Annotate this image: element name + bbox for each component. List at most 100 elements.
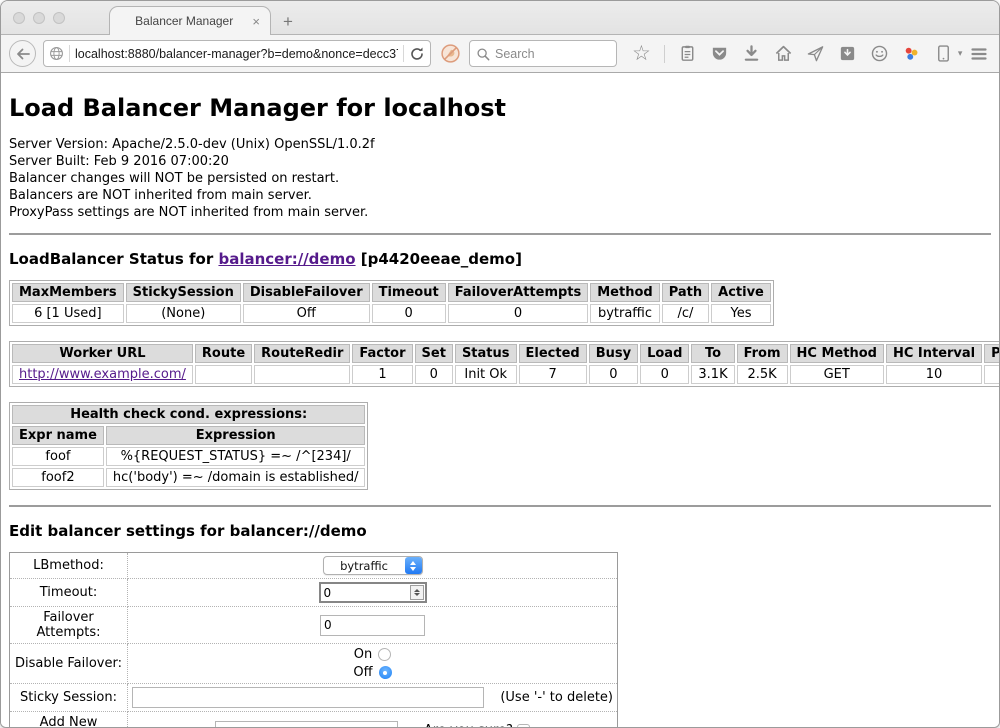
colored-dots-addon-icon[interactable]	[902, 44, 921, 63]
cell-route	[195, 365, 252, 384]
cell-set: 0	[415, 365, 453, 384]
status-heading-suffix: [p4420eeae_demo]	[356, 250, 522, 268]
download-box-icon[interactable]	[838, 44, 857, 63]
downloads-icon[interactable]	[742, 44, 761, 63]
timeout-label: Timeout:	[10, 579, 128, 607]
health-row: foof2 hc('body') =~ /domain is establish…	[12, 468, 365, 487]
cell-status: Init Ok	[455, 365, 517, 384]
back-button[interactable]	[9, 40, 36, 67]
search-bar[interactable]: Search	[469, 40, 617, 67]
add-new-worker-input[interactable]	[215, 721, 398, 728]
cell-expression: hc('body') =~ /domain is established/	[106, 468, 366, 487]
cell-busy: 0	[589, 365, 638, 384]
globe-icon	[49, 46, 64, 61]
lbmethod-select[interactable]: bytraffic	[323, 556, 423, 575]
cell-stickysession: (None)	[126, 304, 241, 323]
window-controls	[13, 12, 65, 24]
cell-elected: 7	[519, 365, 587, 384]
col-passes: Passes	[984, 344, 999, 363]
inherit-notice-line: Balancers are NOT inherited from main se…	[9, 187, 991, 204]
disable-failover-on-radio[interactable]	[378, 648, 391, 661]
add-new-worker-label: Add New Worker:	[10, 712, 128, 728]
table-title-row: Health check cond. expressions:	[12, 405, 365, 424]
cell-factor: 1	[352, 365, 412, 384]
col-hc-method: HC Method	[790, 344, 884, 363]
timeout-value: 0	[321, 586, 410, 600]
pocket-icon[interactable]	[710, 44, 729, 63]
url-bar[interactable]: localhost:8880/balancer-manager?b=demo&n…	[43, 40, 431, 67]
send-plane-icon[interactable]	[806, 44, 825, 63]
close-window-button[interactable]	[13, 12, 25, 24]
failover-attempts-input[interactable]	[320, 615, 425, 636]
col-load: Load	[640, 344, 689, 363]
col-expression: Expression	[106, 426, 366, 445]
cell-path: /c/	[662, 304, 709, 323]
col-hc-interval: HC Interval	[886, 344, 982, 363]
col-failoverattempts: FailoverAttempts	[448, 283, 589, 302]
cell-from: 2.5K	[737, 365, 788, 384]
tab-bar: Balancer Manager × +	[1, 1, 999, 35]
navigation-toolbar: localhost:8880/balancer-manager?b=demo&n…	[1, 35, 999, 73]
col-disablefailover: DisableFailover	[243, 283, 370, 302]
tab-close-icon[interactable]: ×	[250, 15, 262, 28]
are-you-sure-label: Are you sure?	[424, 723, 513, 728]
form-row-sticky-session: Sticky Session: (Use '-' to delete)	[10, 684, 618, 712]
browser-window: Balancer Manager × + localhost:8880/bala…	[0, 0, 1000, 728]
col-expr-name: Expr name	[12, 426, 104, 445]
new-tab-button[interactable]: +	[271, 13, 305, 34]
content-blocker-icon[interactable]	[438, 42, 462, 66]
persist-notice-line: Balancer changes will NOT be persisted o…	[9, 170, 991, 187]
sticky-session-note: (Use '-' to delete)	[500, 690, 613, 705]
cell-disablefailover: Off	[243, 304, 370, 323]
reload-icon[interactable]	[409, 46, 425, 62]
are-you-sure-checkbox[interactable]	[517, 724, 530, 728]
cell-to: 3.1K	[691, 365, 734, 384]
toolbar-icons: ☆ ▾	[632, 43, 962, 64]
page-title: Load Balancer Manager for localhost	[9, 94, 991, 122]
disable-failover-radios: On Off	[132, 647, 613, 680]
status-heading: LoadBalancer Status for balancer://demo …	[9, 250, 991, 268]
timeout-input[interactable]: 0	[319, 582, 427, 603]
tab-balancer-manager[interactable]: Balancer Manager ×	[109, 6, 271, 35]
worker-url-link[interactable]: http://www.example.com/	[19, 367, 186, 382]
toolbar-separator	[664, 45, 665, 63]
zoom-window-button[interactable]	[53, 12, 65, 24]
worker-row: http://www.example.com/ 1 0 Init Ok 7 0 …	[12, 365, 999, 384]
balancer-demo-link[interactable]: balancer://demo	[218, 250, 355, 268]
search-placeholder: Search	[495, 47, 535, 61]
feedback-smiley-icon[interactable]	[870, 44, 889, 63]
health-row: foof %{REQUEST_STATUS} =~ /^[234]/	[12, 447, 365, 466]
search-icon	[476, 47, 490, 61]
sticky-session-input[interactable]	[132, 687, 484, 708]
proxypass-notice-line: ProxyPass settings are NOT inherited fro…	[9, 204, 991, 221]
form-row-failover-attempts: Failover Attempts:	[10, 607, 618, 644]
cell-expr-name: foof2	[12, 468, 104, 487]
device-tablet-icon[interactable]	[934, 44, 953, 63]
col-method: Method	[590, 283, 659, 302]
reading-list-icon[interactable]	[678, 44, 697, 63]
url-text[interactable]: localhost:8880/balancer-manager?b=demo&n…	[75, 47, 398, 61]
col-busy: Busy	[589, 344, 638, 363]
failover-attempts-label: Failover Attempts:	[10, 607, 128, 644]
minimize-window-button[interactable]	[33, 12, 45, 24]
device-menu-caret-icon[interactable]: ▾	[958, 48, 963, 59]
bookmark-star-icon[interactable]: ☆	[632, 43, 651, 64]
col-from: From	[737, 344, 788, 363]
number-spinner-icon[interactable]	[410, 585, 424, 600]
form-row-disable-failover: Disable Failover: On Off	[10, 644, 618, 684]
cell-expr-name: foof	[12, 447, 104, 466]
col-routeredir: RouteRedir	[254, 344, 350, 363]
cell-load: 0	[640, 365, 689, 384]
form-row-timeout: Timeout: 0	[10, 579, 618, 607]
col-timeout: Timeout	[372, 283, 446, 302]
disable-failover-off-radio[interactable]	[379, 666, 392, 679]
server-version-line: Server Version: Apache/2.5.0-dev (Unix) …	[9, 136, 991, 153]
lbmethod-selected-value: bytraffic	[324, 559, 405, 573]
lbmethod-label: LBmethod:	[10, 553, 128, 579]
are-you-sure-group: Are you sure?	[424, 723, 530, 728]
menu-hamburger-icon[interactable]	[969, 44, 989, 64]
table-header-row: Worker URL Route RouteRedir Factor Set S…	[12, 344, 999, 363]
back-arrow-icon	[15, 46, 31, 62]
col-factor: Factor	[352, 344, 412, 363]
home-icon[interactable]	[774, 44, 793, 63]
